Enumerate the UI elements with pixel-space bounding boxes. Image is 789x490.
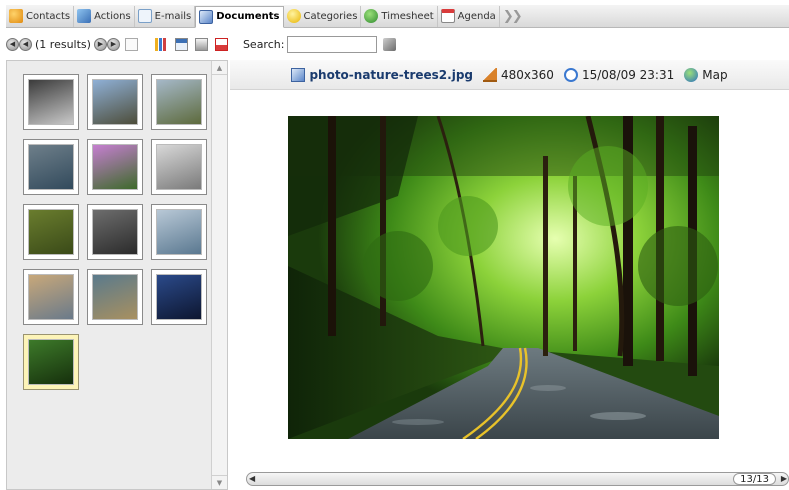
tab-agenda[interactable]: Agenda bbox=[438, 5, 500, 27]
thumbnail-image bbox=[92, 144, 138, 190]
search-label: Search: bbox=[242, 37, 285, 51]
thumbnail-panel: ▲ ▼ bbox=[6, 60, 228, 490]
categories-icon bbox=[286, 9, 301, 23]
tab-label: E-mails bbox=[154, 10, 192, 22]
thumbnail-image bbox=[28, 79, 74, 125]
thumb-6[interactable] bbox=[151, 139, 207, 195]
thumbnail-image bbox=[28, 209, 74, 255]
pdf-icon[interactable] bbox=[214, 37, 228, 51]
page-counter: 13/13 bbox=[733, 473, 776, 485]
tab-label: Categories bbox=[303, 10, 358, 22]
thumbnail-image bbox=[156, 79, 202, 125]
emails-icon bbox=[137, 9, 152, 23]
previous-page-icon[interactable]: ◀ bbox=[19, 37, 32, 51]
thumb-9[interactable] bbox=[151, 204, 207, 260]
thumb-1[interactable] bbox=[23, 74, 79, 130]
first-page-icon[interactable]: ◀ bbox=[6, 37, 19, 51]
thumb-11[interactable] bbox=[87, 269, 143, 325]
toolbar: ◀ ◀ (1 results) ▶ ▶ Search: bbox=[6, 33, 789, 55]
thumbnail-image bbox=[156, 209, 202, 255]
scroll-right-icon[interactable]: ▶ bbox=[781, 473, 787, 485]
image-file-icon bbox=[291, 67, 306, 82]
globe-icon bbox=[684, 67, 699, 82]
document-preview-image bbox=[288, 116, 719, 439]
thumb-5[interactable] bbox=[87, 139, 143, 195]
thumb-2[interactable] bbox=[87, 74, 143, 130]
last-page-icon[interactable]: ▶ bbox=[106, 37, 120, 51]
tab-label: Timesheet bbox=[381, 10, 434, 22]
thumbnail-image bbox=[92, 274, 138, 320]
tab-label: Agenda bbox=[457, 10, 496, 22]
clock-icon bbox=[563, 67, 578, 82]
thumbnail-image bbox=[156, 274, 202, 320]
grid-view-icon[interactable] bbox=[154, 37, 168, 51]
documents-icon bbox=[199, 9, 214, 24]
tab-emails[interactable]: E-mails bbox=[135, 5, 196, 27]
thumbnail-scrollbar[interactable]: ▲ ▼ bbox=[211, 61, 227, 489]
file-name[interactable]: photo-nature-trees2.jpg bbox=[309, 68, 473, 82]
thumb-10[interactable] bbox=[23, 269, 79, 325]
tab-label: Actions bbox=[94, 10, 131, 22]
agenda-icon bbox=[440, 9, 455, 23]
search-button-icon[interactable] bbox=[383, 37, 397, 51]
main-tab-bar: Contacts Actions E-mails Documents Categ… bbox=[6, 5, 789, 28]
tab-documents[interactable]: Documents bbox=[195, 5, 284, 28]
thumbnail-image bbox=[28, 144, 74, 190]
thumb-8[interactable] bbox=[87, 204, 143, 260]
thumb-12[interactable] bbox=[151, 269, 207, 325]
timesheet-icon bbox=[364, 9, 379, 23]
search-input[interactable] bbox=[287, 35, 378, 53]
tab-label: Documents bbox=[216, 11, 280, 22]
thumb-13[interactable] bbox=[23, 334, 79, 390]
tab-contacts[interactable]: Contacts bbox=[6, 5, 75, 27]
more-tabs-icon[interactable]: ❯❯ bbox=[500, 9, 523, 24]
dimensions-icon bbox=[483, 67, 498, 82]
document-info-bar: photo-nature-trees2.jpg 480x360 15/08/09… bbox=[230, 60, 789, 90]
slideshow-icon[interactable] bbox=[194, 37, 208, 51]
file-date: 15/08/09 23:31 bbox=[581, 67, 675, 82]
window-view-icon[interactable] bbox=[174, 37, 188, 51]
tab-timesheet[interactable]: Timesheet bbox=[361, 5, 438, 27]
tab-label: Contacts bbox=[26, 10, 71, 22]
image-dimensions: 480x360 bbox=[501, 67, 554, 82]
results-count: (1 results) bbox=[35, 37, 91, 51]
thumbnail-image bbox=[28, 274, 74, 320]
document-viewer: photo-nature-trees2.jpg 480x360 15/08/09… bbox=[230, 60, 789, 490]
tab-categories[interactable]: Categories bbox=[284, 5, 362, 27]
next-page-icon[interactable]: ▶ bbox=[93, 37, 107, 51]
thumbnail-image bbox=[28, 339, 74, 385]
contacts-icon bbox=[9, 9, 23, 23]
thumb-7[interactable] bbox=[23, 204, 79, 260]
thumbnail-image bbox=[156, 144, 202, 190]
map-link[interactable]: Map bbox=[702, 68, 727, 82]
scroll-left-icon[interactable]: ◀ bbox=[249, 473, 255, 485]
actions-icon bbox=[77, 9, 92, 23]
thumbnail-grid bbox=[7, 61, 212, 489]
thumbnail-image bbox=[92, 209, 138, 255]
thumbnail-image bbox=[92, 79, 138, 125]
document-icon[interactable] bbox=[124, 37, 138, 51]
thumb-4[interactable] bbox=[23, 139, 79, 195]
tab-actions[interactable]: Actions bbox=[74, 5, 135, 27]
thumb-3[interactable] bbox=[151, 74, 207, 130]
scroll-up-icon[interactable]: ▲ bbox=[212, 61, 227, 75]
preview-scrollbar[interactable]: ◀ 13/13 ▶ bbox=[246, 472, 789, 486]
scroll-down-icon[interactable]: ▼ bbox=[212, 475, 227, 489]
